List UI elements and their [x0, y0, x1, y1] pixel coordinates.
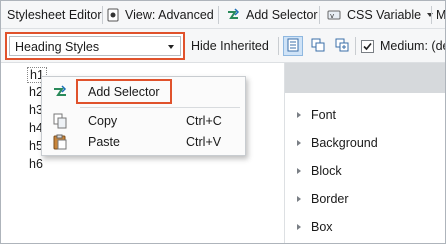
properties-header: [285, 63, 445, 93]
toolbar-separator: [355, 37, 356, 55]
menu-item-shortcut: Ctrl+V: [186, 135, 222, 149]
menu-separator: [80, 107, 240, 108]
hide-inherited-toggle[interactable]: Hide Inherited: [191, 32, 269, 60]
document-view-icon: [286, 38, 300, 55]
toolbar-separator: [102, 6, 103, 24]
medium-toggle[interactable]: Medium: (de: [361, 32, 446, 60]
toolbar-separator: [218, 6, 219, 24]
expand-arrow-icon: [297, 224, 301, 230]
menu-item-shortcut: Ctrl+C: [186, 114, 222, 128]
style-group-select[interactable]: Heading Styles: [5, 32, 185, 60]
highlight-box: [76, 79, 172, 104]
property-group-label: Block: [311, 164, 342, 178]
view-icon: [106, 8, 120, 22]
checkmark-icon: [363, 42, 372, 50]
toolbar-separator: [278, 37, 279, 55]
property-group-border[interactable]: Border: [297, 192, 349, 206]
add-selector-icon: [226, 8, 240, 22]
main-toolbar: Stylesheet Editor View: Advanced Add Sel…: [1, 1, 446, 29]
menu-item-copy[interactable]: Copy Ctrl+C: [42, 110, 245, 132]
more-label: M: [436, 8, 446, 22]
property-group-box[interactable]: Box: [297, 220, 333, 234]
css-variable-dropdown[interactable]: v CSS Variable: [327, 1, 434, 29]
medium-label: Medium: (de: [380, 39, 446, 53]
add-selector-button[interactable]: Add Selector: [226, 1, 318, 29]
properties-panel: Font Background Block Border Box: [284, 63, 445, 243]
add-view-icon: [335, 38, 349, 55]
style-group-value: Heading Styles: [15, 40, 100, 54]
add-view-button[interactable]: [332, 36, 352, 56]
property-group-label: Background: [311, 136, 378, 150]
toolbar-separator: [319, 6, 320, 24]
menu-item-label: Paste: [88, 135, 120, 149]
property-group-block[interactable]: Block: [297, 164, 342, 178]
toolbar-separator: [431, 6, 432, 24]
cascade-view-icon: [311, 38, 325, 55]
medium-checkbox[interactable]: [361, 39, 374, 53]
chevron-down-icon: [168, 45, 174, 49]
stylesheet-editor-window: Stylesheet Editor View: Advanced Add Sel…: [0, 0, 446, 244]
paste-icon: [52, 134, 68, 150]
view-mode-label: View: Advanced: [125, 8, 214, 22]
context-menu: Add Selector Copy Ctrl+C Paste Ctrl+V: [41, 76, 246, 156]
menu-item-paste[interactable]: Paste Ctrl+V: [42, 131, 245, 153]
property-group-font[interactable]: Font: [297, 108, 336, 122]
single-view-button[interactable]: [283, 36, 303, 56]
more-button[interactable]: M: [436, 1, 446, 29]
property-group-background[interactable]: Background: [297, 136, 378, 150]
editor-title: Stylesheet Editor: [7, 8, 102, 22]
expand-arrow-icon: [297, 168, 301, 174]
view-mode-button[interactable]: View: Advanced: [106, 1, 214, 29]
property-group-label: Box: [311, 220, 333, 234]
expand-arrow-icon: [297, 196, 301, 202]
cascade-view-button[interactable]: [308, 36, 328, 56]
svg-text:v: v: [330, 12, 334, 20]
add-selector-label: Add Selector: [246, 8, 318, 22]
property-group-label: Border: [311, 192, 349, 206]
hide-inherited-label: Hide Inherited: [191, 39, 269, 53]
css-variable-label: CSS Variable: [347, 8, 422, 22]
copy-icon: [52, 113, 68, 129]
expand-arrow-icon: [297, 140, 301, 146]
menu-item-label: Copy: [88, 114, 118, 128]
property-group-label: Font: [311, 108, 337, 122]
css-variable-icon: v: [327, 8, 341, 22]
options-toolbar: Heading Styles Hide Inherited Medium: (d…: [1, 29, 446, 63]
selector-item[interactable]: h6: [29, 157, 43, 171]
add-selector-icon: [52, 84, 68, 100]
expand-arrow-icon: [297, 112, 301, 118]
